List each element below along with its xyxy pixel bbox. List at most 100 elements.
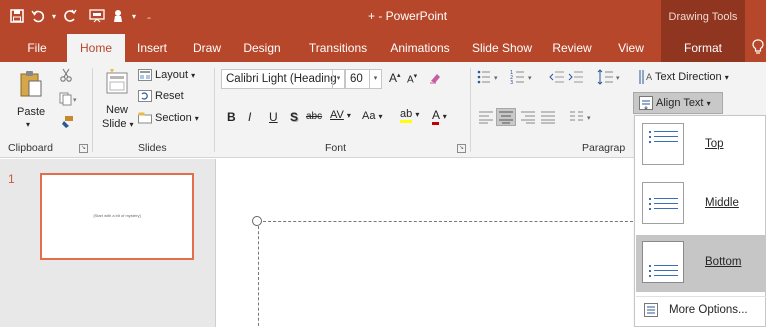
group-separator <box>214 68 215 152</box>
numbering-icon[interactable]: 1 2 3 ▾ <box>510 69 538 85</box>
more-options-menu-item[interactable]: More Options... <box>636 298 766 324</box>
align-middle-icon <box>642 182 684 224</box>
tab-view[interactable]: View <box>612 34 650 62</box>
touch-mode-icon[interactable] <box>109 7 127 25</box>
cut-icon[interactable] <box>59 68 73 82</box>
section-icon[interactable] <box>138 112 152 124</box>
strikethrough-button[interactable]: abc <box>306 111 322 122</box>
text-direction-icon[interactable]: A <box>638 69 654 85</box>
align-right-icon[interactable] <box>520 110 536 124</box>
align-bottom-menu-item[interactable]: Bottom <box>636 235 766 292</box>
svg-text:▾: ▾ <box>73 96 77 104</box>
justify-icon[interactable] <box>540 110 556 124</box>
tell-me-lightbulb-icon[interactable] <box>752 39 766 57</box>
drawing-tools-label: Drawing Tools <box>661 0 745 34</box>
tab-home[interactable]: Home <box>67 34 125 62</box>
touch-mode-dropdown-icon[interactable]: ▾ <box>130 7 138 25</box>
svg-text:▾: ▾ <box>587 114 591 122</box>
group-separator <box>470 68 471 152</box>
text-placeholder-box[interactable] <box>258 221 638 327</box>
chevron-down-icon[interactable]: ▾ <box>332 70 344 88</box>
bullets-icon[interactable]: ▾ <box>476 69 504 85</box>
section-button[interactable]: Section ▾ <box>155 112 199 124</box>
new-slide-label-line2[interactable]: Slide ▾ <box>102 118 134 130</box>
align-bottom-icon <box>642 241 684 283</box>
align-left-icon[interactable] <box>478 110 494 124</box>
highlight-color-button[interactable]: ab ▾ <box>400 108 419 123</box>
chevron-down-icon[interactable]: ▾ <box>369 70 381 88</box>
svg-text:3: 3 <box>510 80 513 85</box>
layout-icon[interactable] <box>138 69 152 81</box>
change-case-button[interactable]: Aa ▾ <box>362 110 383 122</box>
clipboard-launcher-icon[interactable]: ↘ <box>79 144 88 153</box>
font-color-button[interactable]: A ▾ <box>432 108 447 125</box>
align-top-menu-item[interactable]: Top <box>636 117 766 174</box>
svg-text:A: A <box>646 73 653 83</box>
align-text-label: Align Text ▾ <box>656 97 711 109</box>
underline-button[interactable]: U <box>269 110 278 124</box>
svg-text:▾: ▾ <box>528 74 532 82</box>
line-spacing-icon[interactable]: ▾ <box>597 69 623 85</box>
align-text-button[interactable]: Align Text ▾ <box>633 92 723 114</box>
tab-file[interactable]: File <box>20 34 54 62</box>
reset-icon[interactable] <box>138 90 152 102</box>
slides-group-label: Slides <box>138 142 167 154</box>
paste-dropdown-icon[interactable]: ▾ <box>26 120 30 129</box>
italic-button[interactable]: I <box>248 110 251 124</box>
align-bottom-label: Bottom <box>705 256 742 268</box>
font-launcher-icon[interactable]: ↘ <box>457 144 466 153</box>
undo-icon[interactable] <box>29 7 47 25</box>
quick-access-toolbar: ▾ ▾ ₌ <box>8 7 153 25</box>
save-icon[interactable] <box>8 7 26 25</box>
window-title: + - PowerPoint <box>368 9 448 23</box>
slideshow-icon[interactable] <box>88 7 106 25</box>
tab-draw[interactable]: Draw <box>188 34 226 62</box>
text-direction-button[interactable]: Text Direction ▾ <box>655 71 729 83</box>
font-group-label: Font <box>325 142 347 154</box>
tab-insert[interactable]: Insert <box>131 34 173 62</box>
text-shadow-button[interactable]: S <box>290 110 298 124</box>
tab-slide-show[interactable]: Slide Show <box>466 34 538 62</box>
copy-icon[interactable]: ▾ <box>59 92 79 106</box>
svg-text:▾: ▾ <box>616 74 620 82</box>
shrink-font-button[interactable]: A▾ <box>407 72 417 85</box>
columns-icon[interactable]: ▾ <box>569 110 597 124</box>
decrease-indent-icon[interactable] <box>549 69 565 85</box>
tab-format[interactable]: Format <box>670 34 736 62</box>
more-options-label: More Options... <box>669 304 748 316</box>
tab-design[interactable]: Design <box>238 34 286 62</box>
character-spacing-button[interactable]: AV ▾ <box>330 109 351 121</box>
title-bar: ▾ ▾ ₌ + - PowerPoint Drawing Tools <box>0 0 766 34</box>
paragraph-group-label: Paragrap <box>582 142 626 154</box>
customize-qat-icon[interactable]: ₌ <box>145 7 153 25</box>
undo-dropdown-icon[interactable]: ▾ <box>50 7 58 25</box>
paste-label[interactable]: Paste <box>17 106 45 118</box>
font-name-combo[interactable]: Calibri Light (Heading ▾ <box>221 69 345 89</box>
grow-font-button[interactable]: A▴ <box>389 71 401 85</box>
ribbon-tab-bar: File Home Insert Draw Design Transitions… <box>0 34 766 62</box>
align-text-menu: Top Middle Bottom More Options... <box>634 115 766 327</box>
align-middle-label: Middle <box>705 197 739 209</box>
resize-handle[interactable] <box>252 216 262 226</box>
new-slide-icon[interactable] <box>104 68 130 96</box>
align-center-icon[interactable] <box>496 108 516 126</box>
tab-transitions[interactable]: Transitions <box>300 34 376 62</box>
align-middle-menu-item[interactable]: Middle <box>636 176 766 233</box>
reset-button[interactable]: Reset <box>155 90 184 102</box>
bold-button[interactable]: B <box>227 110 236 124</box>
font-size-combo[interactable]: 60 ▾ <box>345 69 382 89</box>
format-painter-icon[interactable] <box>60 115 74 129</box>
group-separator <box>92 68 93 152</box>
tab-review[interactable]: Review <box>548 34 596 62</box>
clear-formatting-icon[interactable] <box>428 71 442 85</box>
svg-text:▾: ▾ <box>494 74 498 82</box>
tab-animations[interactable]: Animations <box>383 34 457 62</box>
layout-button[interactable]: Layout ▾ <box>155 69 195 81</box>
new-slide-label-line1[interactable]: New <box>106 104 128 116</box>
redo-icon[interactable] <box>61 7 79 25</box>
font-size-value: 60 <box>350 73 363 85</box>
slide-thumbnail[interactable]: [Start with a bit of mystery] <box>40 173 194 260</box>
increase-indent-icon[interactable] <box>568 69 584 85</box>
paste-icon[interactable] <box>18 68 44 100</box>
align-top-label: Top <box>705 138 724 150</box>
